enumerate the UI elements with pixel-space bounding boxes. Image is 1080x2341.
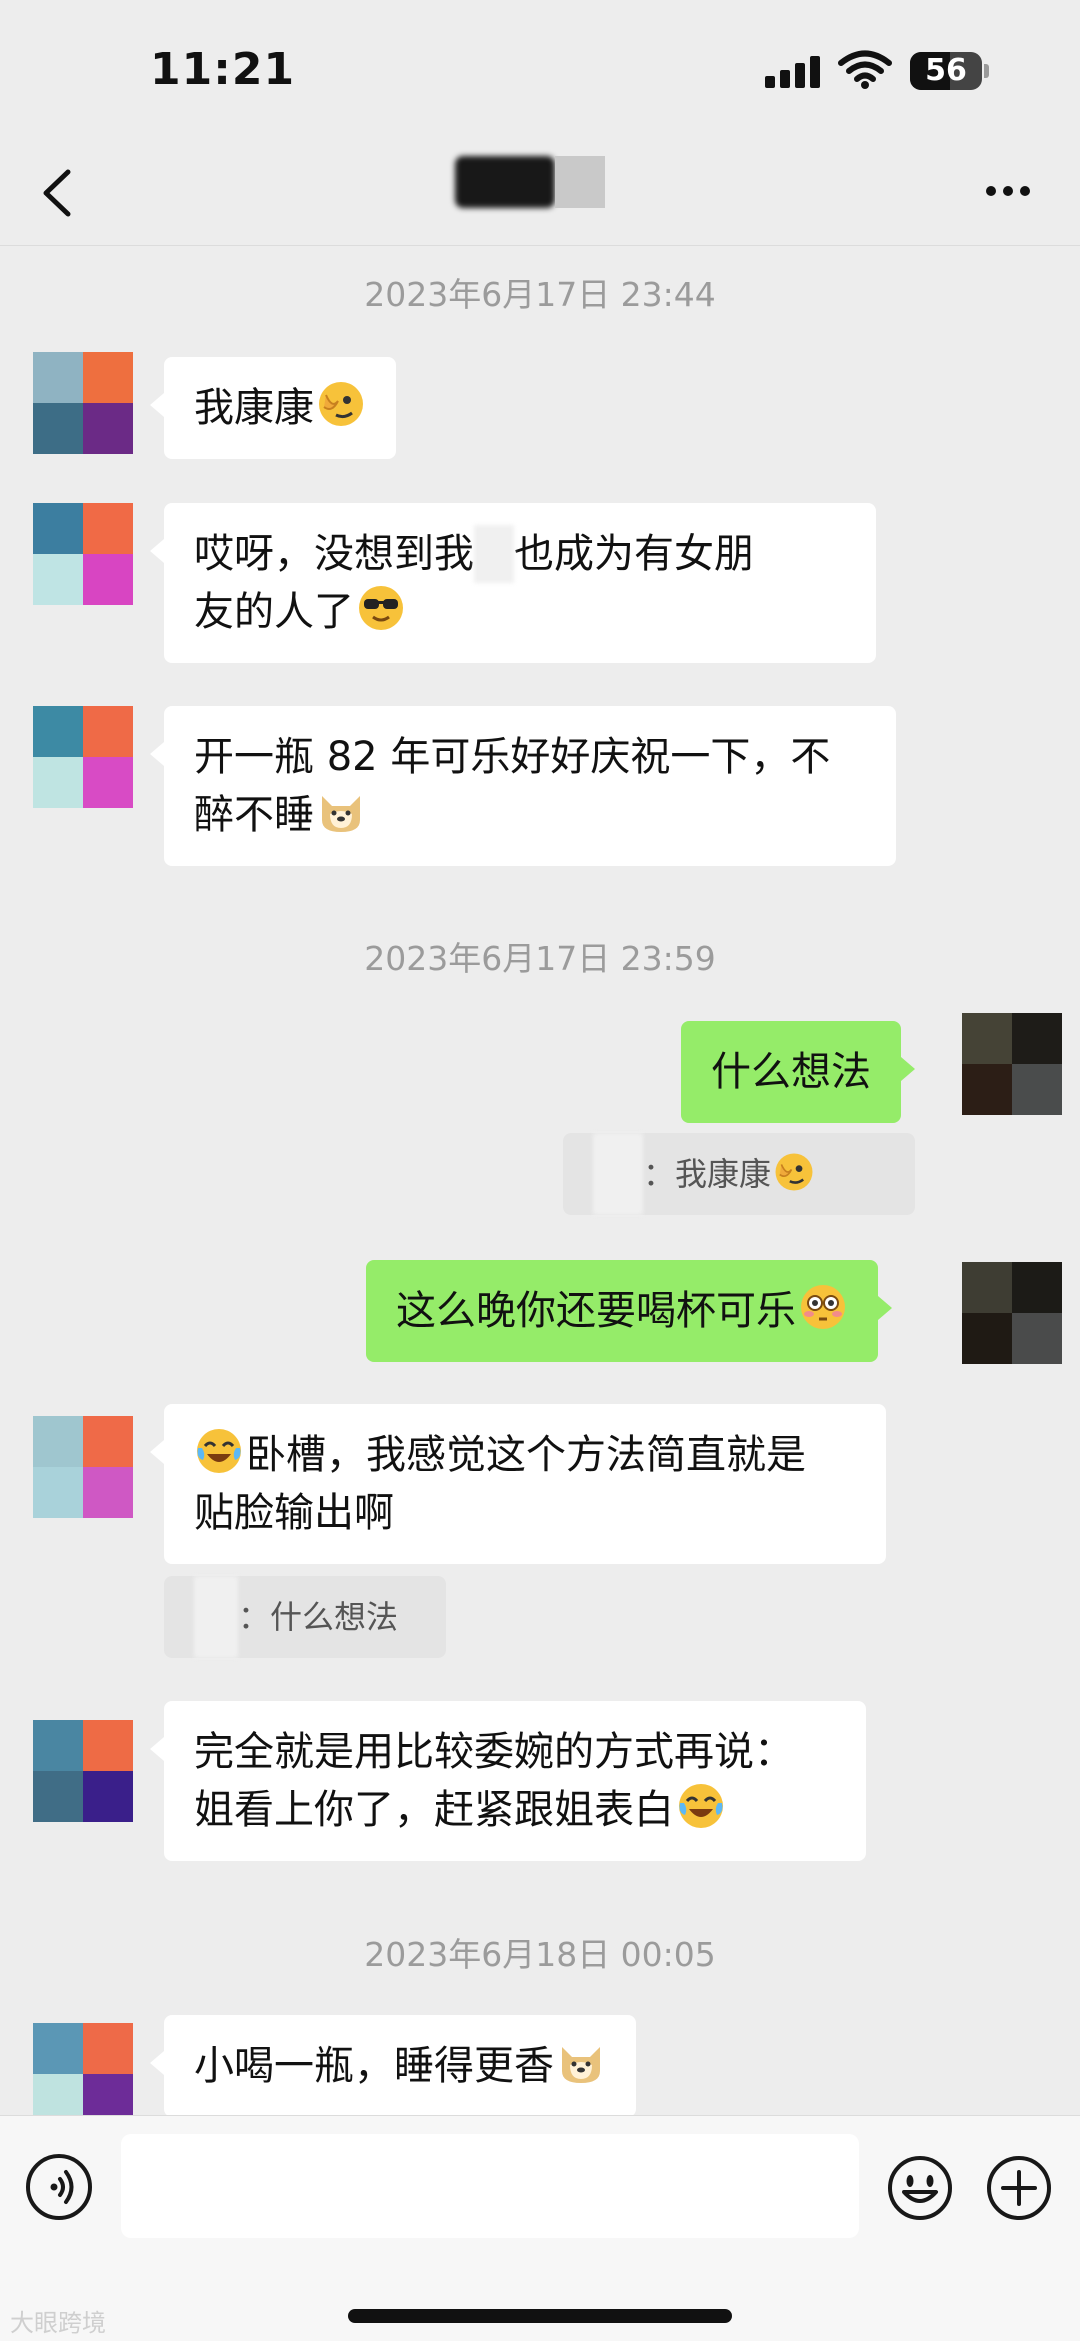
message-text: 姐看上你了，赶紧跟姐表白 — [194, 1787, 674, 1833]
message-text: 也成为有女朋 — [514, 531, 754, 577]
message-bubble[interactable]: 哎呀，没想到我康也成为有女朋 友的人了 — [150, 503, 876, 663]
message-text: 这么晚你还要喝杯可乐 — [396, 1288, 796, 1334]
battery-icon: 56 — [910, 52, 982, 90]
message-text: 友的人了 — [194, 589, 354, 635]
home-indicator — [348, 2309, 732, 2323]
message-text: 小喝一瓶，睡得更香 — [194, 2043, 554, 2089]
more-dots-icon[interactable] — [980, 184, 1036, 198]
quoted-message[interactable]: ：什么想法 — [164, 1576, 446, 1658]
message-line: 姐看上你了，赶紧跟姐表白 — [194, 1781, 836, 1839]
doge-emoji-icon — [316, 786, 366, 836]
quote-text: 我康康 — [675, 1155, 772, 1193]
message-bubble-outgoing[interactable]: 什么想法 — [681, 1021, 915, 1123]
message-line: 完全就是用比较委婉的方式再说： — [194, 1729, 794, 1775]
input-bar — [0, 2115, 1080, 2341]
watermark: 大眼跨境 — [10, 2309, 106, 2337]
message-text: 什么想法 — [711, 1049, 871, 1095]
redacted-sender — [593, 1133, 643, 1215]
redacted-text: 康 — [474, 525, 514, 583]
avatar[interactable] — [33, 2023, 133, 2125]
flushed-emoji-icon — [798, 1282, 848, 1332]
avatar[interactable] — [33, 503, 133, 605]
face-peek-emoji-icon — [316, 379, 366, 429]
message-line: 开一瓶 82 年可乐好好庆祝一下，不 — [194, 734, 831, 780]
plus-icon[interactable] — [985, 2154, 1053, 2222]
avatar[interactable] — [33, 352, 133, 454]
wifi-icon — [838, 50, 892, 90]
message-input[interactable] — [121, 2134, 859, 2238]
status-time: 11:21 — [150, 44, 296, 95]
message-line: 卧槽，我感觉这个方法简直就是 — [194, 1426, 856, 1484]
quoted-message[interactable]: ：我康康 — [563, 1133, 915, 1215]
sunglasses-emoji-icon — [356, 583, 406, 633]
timestamp: 2023年6月17日 23:44 — [364, 275, 716, 314]
message-bubble[interactable]: 卧槽，我感觉这个方法简直就是 贴脸输出啊 — [150, 1404, 886, 1564]
chat-title-redacted — [455, 156, 605, 208]
message-text: 哎呀，没想到我 — [194, 531, 474, 577]
message-bubble[interactable]: 开一瓶 82 年可乐好好庆祝一下，不 醉不睡 — [150, 706, 896, 866]
message-line: 友的人了 — [194, 583, 846, 641]
joy-emoji-icon — [676, 1781, 726, 1831]
message-text: 卧槽，我感觉这个方法简直就是 — [246, 1432, 806, 1478]
avatar[interactable] — [33, 1416, 133, 1518]
voice-icon[interactable] — [26, 2154, 92, 2220]
redacted-sender — [194, 1576, 238, 1658]
doge-emoji-icon — [556, 2037, 606, 2087]
battery-level: 56 — [925, 53, 967, 88]
message-line: 哎呀，没想到我康也成为有女朋 — [194, 525, 846, 583]
my-avatar[interactable] — [962, 1013, 1062, 1115]
status-bar: 11:21 56 — [0, 0, 1080, 140]
quote-text: 什么想法 — [270, 1598, 399, 1636]
message-text: 我康康 — [194, 385, 314, 431]
back-chevron-icon[interactable] — [36, 166, 80, 220]
quote-separator: ： — [643, 1155, 676, 1193]
message-bubble[interactable]: 小喝一瓶，睡得更香 — [150, 2015, 636, 2117]
joy-emoji-icon — [194, 1426, 244, 1476]
face-peek-emoji-icon — [773, 1151, 815, 1193]
cellular-signal-icon — [765, 56, 821, 88]
avatar[interactable] — [33, 706, 133, 808]
message-line: 贴脸输出啊 — [194, 1490, 394, 1536]
chat-header — [0, 140, 1080, 246]
timestamp: 2023年6月18日 00:05 — [364, 1935, 716, 1974]
message-bubble[interactable]: 完全就是用比较委婉的方式再说： 姐看上你了，赶紧跟姐表白 — [150, 1701, 866, 1861]
battery-cap — [984, 64, 989, 78]
emoji-icon[interactable] — [886, 2154, 954, 2222]
message-bubble[interactable]: 我康康 — [150, 357, 396, 459]
my-avatar[interactable] — [962, 1262, 1062, 1364]
quote-separator: ： — [238, 1598, 271, 1636]
message-text: 醉不睡 — [194, 792, 314, 838]
avatar[interactable] — [33, 1720, 133, 1822]
timestamp: 2023年6月17日 23:59 — [364, 939, 716, 978]
message-line: 醉不睡 — [194, 786, 866, 844]
message-bubble-outgoing[interactable]: 这么晚你还要喝杯可乐 — [366, 1260, 892, 1362]
